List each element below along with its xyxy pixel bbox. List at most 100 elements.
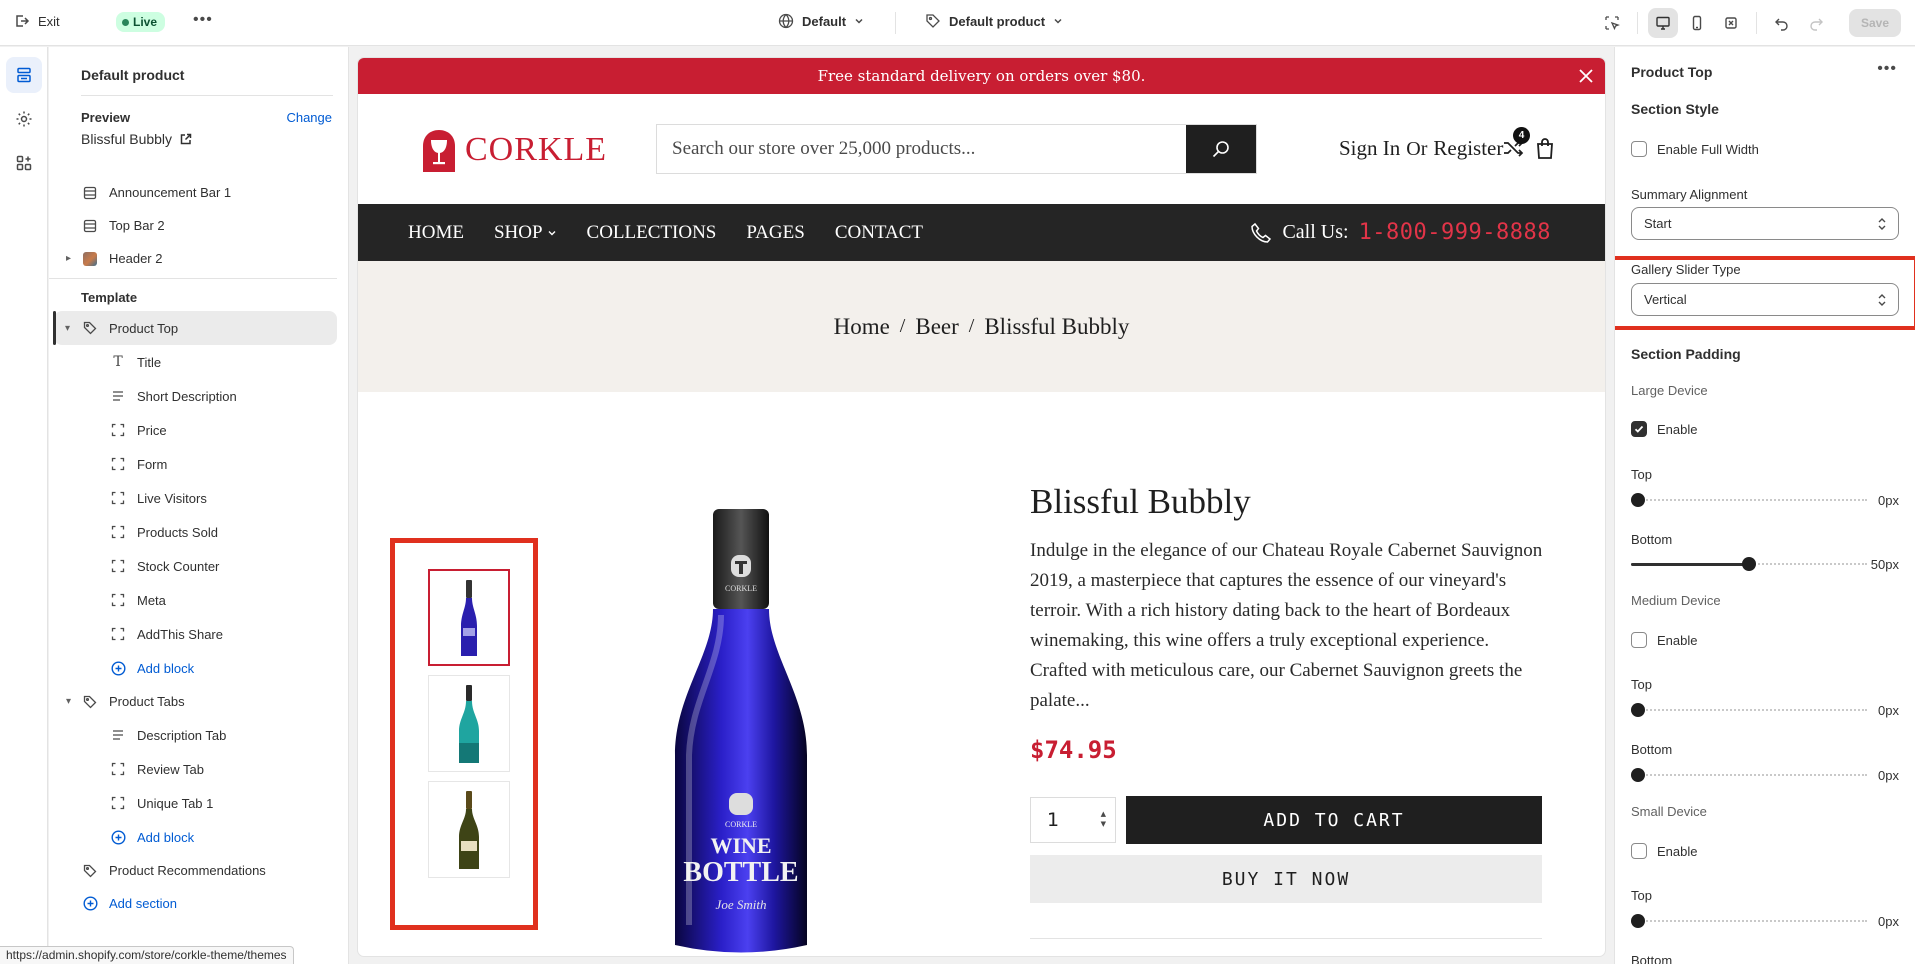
preview-product[interactable]: Blissful Bubbly bbox=[81, 131, 192, 147]
gallery-thumb-green[interactable] bbox=[428, 781, 510, 878]
nav-contact[interactable]: CONTACT bbox=[835, 222, 923, 244]
checkbox-label: Enable Full Width bbox=[1657, 141, 1759, 157]
medium-enable-checkbox[interactable]: Enable bbox=[1631, 632, 1697, 648]
fullscreen-view-icon[interactable] bbox=[1716, 8, 1746, 38]
enable-full-width-checkbox[interactable]: Enable Full Width bbox=[1631, 141, 1759, 157]
more-actions-icon[interactable]: ••• bbox=[1877, 60, 1897, 78]
nav-home[interactable]: HOME bbox=[408, 222, 464, 244]
block-meta[interactable]: Meta bbox=[49, 583, 348, 617]
large-top-slider[interactable] bbox=[1631, 493, 1867, 507]
section-product-recommendations[interactable]: Product Recommendations bbox=[49, 854, 348, 887]
block-label: Short Description bbox=[137, 388, 237, 404]
add-to-cart-button[interactable]: ADD TO CART bbox=[1126, 796, 1542, 844]
chevron-down-icon[interactable]: ▾ bbox=[66, 696, 71, 707]
section-product-top[interactable]: ▾ Product Top bbox=[53, 311, 337, 345]
summary-alignment-select[interactable]: Start bbox=[1631, 207, 1899, 240]
select-chevron-icon bbox=[1878, 294, 1886, 306]
block-products-sold[interactable]: Products Sold bbox=[49, 515, 348, 549]
call-us[interactable]: Call Us: 1-800-999-8888 bbox=[1250, 204, 1551, 261]
small-top-slider[interactable] bbox=[1631, 914, 1867, 928]
tag-icon bbox=[82, 694, 98, 710]
section-label: Product Tabs bbox=[109, 694, 185, 709]
sidebar-divider bbox=[81, 95, 333, 96]
large-enable-checkbox[interactable]: Enable bbox=[1631, 421, 1697, 437]
medium-bottom-value: 0px bbox=[1878, 768, 1899, 783]
quantity-arrows[interactable]: ▲ ▼ bbox=[1101, 810, 1106, 828]
app-blocks-icon[interactable] bbox=[6, 145, 42, 181]
large-bottom-slider[interactable] bbox=[1631, 557, 1867, 571]
slider-thumb[interactable] bbox=[1631, 493, 1645, 507]
block-price[interactable]: Price bbox=[49, 413, 348, 447]
compare-button[interactable]: 4 bbox=[1502, 127, 1530, 159]
block-title[interactable]: T Title bbox=[49, 345, 348, 379]
nav-collections[interactable]: COLLECTIONS bbox=[587, 222, 717, 244]
gallery-slider-type-select[interactable]: Vertical bbox=[1631, 283, 1899, 316]
product-divider bbox=[1030, 938, 1542, 939]
block-unique-tab[interactable]: Unique Tab 1 bbox=[49, 786, 348, 820]
desktop-view-icon[interactable] bbox=[1647, 8, 1678, 38]
block-short-description[interactable]: Short Description bbox=[49, 379, 348, 413]
breadcrumb-home[interactable]: Home bbox=[834, 314, 890, 340]
block-addthis-share[interactable]: AddThis Share bbox=[49, 617, 348, 651]
store-search-input[interactable] bbox=[657, 125, 1186, 173]
section-top-bar[interactable]: Top Bar 2 bbox=[49, 209, 348, 242]
breadcrumb-beer[interactable]: Beer bbox=[915, 314, 958, 340]
more-actions-icon[interactable]: ••• bbox=[193, 11, 213, 29]
nav-pages[interactable]: PAGES bbox=[746, 222, 804, 244]
close-icon[interactable] bbox=[1577, 67, 1595, 85]
slider-thumb[interactable] bbox=[1631, 768, 1645, 782]
add-section-button[interactable]: Add section bbox=[49, 887, 348, 920]
slider-fill bbox=[1631, 563, 1749, 566]
sections-icon[interactable] bbox=[6, 57, 42, 93]
block-form[interactable]: Form bbox=[49, 447, 348, 481]
medium-bottom-slider[interactable] bbox=[1631, 768, 1867, 782]
gallery-thumb-blue[interactable] bbox=[428, 569, 510, 666]
shopping-bag-icon[interactable] bbox=[1534, 136, 1556, 160]
add-block-button[interactable]: Add block bbox=[49, 651, 348, 685]
store-search-button[interactable] bbox=[1186, 125, 1256, 173]
block-label: AddThis Share bbox=[137, 626, 223, 642]
decrease-arrow-icon[interactable]: ▼ bbox=[1101, 820, 1106, 828]
chevron-right-icon[interactable]: ▸ bbox=[66, 253, 71, 264]
gallery-thumb-teal[interactable] bbox=[428, 675, 510, 772]
exit-button[interactable]: Exit bbox=[14, 13, 60, 29]
slider-thumb[interactable] bbox=[1742, 557, 1756, 571]
section-header[interactable]: ▸ Header 2 bbox=[49, 242, 348, 275]
undo-icon[interactable] bbox=[1767, 8, 1797, 38]
header-thumbnail-icon bbox=[82, 251, 98, 267]
theme-select[interactable]: Default bbox=[778, 13, 864, 29]
block-live-visitors[interactable]: Live Visitors bbox=[49, 481, 348, 515]
chevron-down-icon[interactable]: ▾ bbox=[65, 323, 70, 334]
block-stock-counter[interactable]: Stock Counter bbox=[49, 549, 348, 583]
slider-thumb[interactable] bbox=[1631, 914, 1645, 928]
section-product-tabs[interactable]: ▾ Product Tabs bbox=[49, 685, 348, 718]
medium-top-slider[interactable] bbox=[1631, 703, 1867, 717]
nav-shop[interactable]: SHOP bbox=[494, 222, 557, 244]
add-block-button[interactable]: Add block bbox=[49, 820, 348, 854]
block-description-tab[interactable]: Description Tab bbox=[49, 718, 348, 752]
store-logo[interactable]: CORKLE bbox=[419, 128, 607, 172]
section-tree: Announcement Bar 1 Top Bar 2 ▸ Header 2 … bbox=[49, 176, 348, 920]
settings-gear-icon[interactable] bbox=[6, 101, 42, 137]
account-or: Or bbox=[1406, 138, 1428, 160]
change-preview-link[interactable]: Change bbox=[286, 110, 332, 125]
mobile-view-icon[interactable] bbox=[1682, 8, 1712, 38]
section-announcement-bar[interactable]: Announcement Bar 1 bbox=[49, 176, 348, 209]
section-style-heading: Section Style bbox=[1631, 101, 1719, 117]
redo-icon[interactable] bbox=[1801, 8, 1831, 38]
save-button[interactable]: Save bbox=[1848, 9, 1901, 37]
slider-thumb[interactable] bbox=[1631, 703, 1645, 717]
increase-arrow-icon[interactable]: ▲ bbox=[1101, 810, 1106, 818]
inspector-icon[interactable] bbox=[1597, 8, 1627, 38]
small-enable-checkbox[interactable]: Enable bbox=[1631, 843, 1697, 859]
block-review-tab[interactable]: Review Tab bbox=[49, 752, 348, 786]
block-frame-icon bbox=[110, 795, 126, 811]
tag-icon bbox=[926, 14, 940, 28]
template-select[interactable]: Default product bbox=[925, 13, 1063, 29]
buy-it-now-button[interactable]: BUY IT NOW bbox=[1030, 855, 1542, 903]
bottle-label-line1: WINE bbox=[710, 833, 771, 858]
quantity-stepper[interactable]: 1 ▲ ▼ bbox=[1030, 797, 1116, 843]
nav-menu: HOME SHOP COLLECTIONS PAGES CONTACT bbox=[408, 204, 923, 261]
register-link[interactable]: Register bbox=[1433, 136, 1503, 161]
sign-in-link[interactable]: Sign In bbox=[1339, 136, 1400, 161]
